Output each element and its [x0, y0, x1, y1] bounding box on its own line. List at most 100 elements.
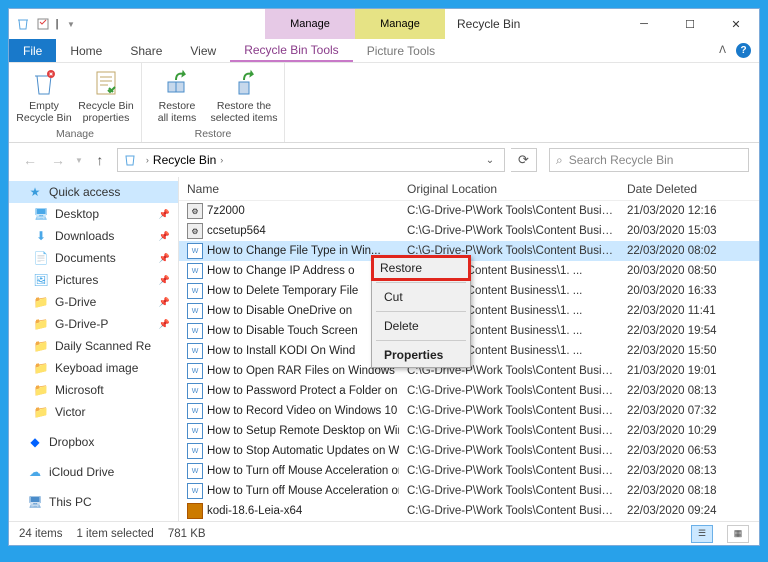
context-menu-cut[interactable]: Cut	[372, 285, 470, 309]
address-bar[interactable]: › Recycle Bin › ⌄	[117, 148, 505, 172]
breadcrumb-sep-icon[interactable]: ›	[220, 155, 223, 165]
sidebar-item[interactable]: 📁G-Drive📌	[9, 291, 178, 313]
ribbon-tab-home[interactable]: Home	[56, 39, 116, 62]
file-type-icon: W	[187, 243, 203, 259]
file-date-deleted: 21/03/2020 19:01	[619, 365, 759, 377]
file-name: How to Turn off Mouse Acceleration on ..…	[207, 485, 399, 497]
help-icon[interactable]: ?	[736, 43, 751, 58]
sidebar-item[interactable]: 📁Daily Scanned Re	[9, 335, 178, 357]
view-icons-button[interactable]: ▦	[727, 525, 749, 543]
minimize-button[interactable]: ─	[621, 9, 667, 39]
file-type-icon: W	[187, 383, 203, 399]
file-type-icon: W	[187, 403, 203, 419]
ribbon-tab-file[interactable]: File	[9, 39, 56, 62]
desktop-icon: 🖥	[33, 206, 49, 222]
file-row[interactable]: W How to Turn off Mouse Acceleration on .…	[179, 481, 759, 501]
restore-all-button[interactable]: Restore all items	[148, 67, 206, 124]
col-header-original-location[interactable]: Original Location	[399, 182, 619, 196]
search-box[interactable]: ⌕ Search Recycle Bin	[549, 148, 749, 172]
restore-all-label: Restore all items	[158, 101, 197, 124]
pictures-icon: 🖼	[33, 272, 49, 288]
context-menu-delete[interactable]: Delete	[372, 314, 470, 338]
close-button[interactable]: ✕	[713, 9, 759, 39]
context-menu-restore[interactable]: Restore	[371, 255, 471, 281]
context-tab-recycle-bin[interactable]: Manage	[265, 9, 355, 39]
sidebar-dropbox[interactable]: ◆ Dropbox	[9, 431, 178, 453]
file-name: How to Delete Temporary File	[207, 285, 358, 297]
sidebar-item-label: Daily Scanned Re	[55, 339, 151, 353]
sidebar-quick-access[interactable]: ★ Quick access	[9, 181, 178, 203]
ribbon-tab-share[interactable]: Share	[116, 39, 176, 62]
ribbon-tab-picture-tools[interactable]: Picture Tools	[353, 39, 449, 62]
col-header-date-deleted[interactable]: Date Deleted	[619, 182, 759, 196]
pin-icon: 📌	[159, 297, 170, 308]
file-row[interactable]: WHow to Record Video on Windows 10C:\G-D…	[179, 401, 759, 421]
sidebar-item[interactable]: ⬇Downloads📌	[9, 225, 178, 247]
empty-recycle-bin-button[interactable]: Empty Recycle Bin	[15, 67, 73, 124]
back-button[interactable]: ←	[19, 149, 41, 171]
file-type-icon: W	[187, 483, 203, 499]
sidebar-item[interactable]: 📄Documents📌	[9, 247, 178, 269]
context-tab-picture[interactable]: Manage	[355, 9, 445, 39]
view-details-button[interactable]: ☰	[691, 525, 713, 543]
file-row[interactable]: kodi-18.6-Leia-x64C:\G-Drive-P\Work Tool…	[179, 501, 759, 521]
col-header-name[interactable]: Name	[179, 182, 399, 196]
file-row[interactable]: ⚙7z2000C:\G-Drive-P\Work Tools\Content B…	[179, 201, 759, 221]
history-dropdown-icon[interactable]: ▼	[75, 156, 83, 165]
sidebar-item-label: Pictures	[55, 273, 98, 287]
status-item-count: 24 items	[19, 528, 62, 540]
sidebar-label: This PC	[49, 495, 92, 509]
file-type-icon: W	[187, 263, 203, 279]
file-type-icon: W	[187, 443, 203, 459]
ribbon-tab-recycle-bin-tools[interactable]: Recycle Bin Tools	[230, 39, 353, 62]
maximize-button[interactable]: ☐	[667, 9, 713, 39]
sidebar-item-label: Downloads	[55, 229, 114, 243]
file-date-deleted: 20/03/2020 16:33	[619, 285, 759, 297]
file-row[interactable]: WHow to Turn off Mouse Acceleration on .…	[179, 461, 759, 481]
menu-separator	[376, 340, 466, 341]
breadcrumb-item[interactable]: Recycle Bin	[153, 153, 216, 167]
file-name: How to Disable OneDrive on	[207, 305, 352, 317]
sidebar-item[interactable]: 🖼Pictures📌	[9, 269, 178, 291]
sidebar-this-pc[interactable]: 🖥 This PC	[9, 491, 178, 513]
file-date-deleted: 22/03/2020 08:02	[619, 245, 759, 257]
file-row[interactable]: ⚙ccsetup564C:\G-Drive-P\Work Tools\Conte…	[179, 221, 759, 241]
file-row[interactable]: WHow to Setup Remote Desktop on Win...C:…	[179, 421, 759, 441]
folder-icon: 📁	[33, 404, 49, 420]
sidebar-item[interactable]: 📁Victor	[9, 401, 178, 423]
documents-icon: 📄	[33, 250, 49, 266]
file-date-deleted: 20/03/2020 08:50	[619, 265, 759, 277]
recycle-bin-properties-button[interactable]: Recycle Bin properties	[77, 67, 135, 124]
sidebar-icloud[interactable]: ☁ iCloud Drive	[9, 461, 178, 483]
file-date-deleted: 22/03/2020 11:41	[619, 305, 759, 317]
sidebar-item[interactable]: 📁Microsoft	[9, 379, 178, 401]
sidebar-item[interactable]: 📁G-Drive-P📌	[9, 313, 178, 335]
qat-properties-icon[interactable]	[35, 16, 51, 32]
refresh-button[interactable]: ⟳	[511, 148, 537, 172]
file-date-deleted: 22/03/2020 15:50	[619, 345, 759, 357]
file-name: How to Stop Automatic Updates on Win...	[207, 445, 399, 457]
restore-selected-button[interactable]: Restore the selected items	[210, 67, 278, 124]
file-type-icon: W	[187, 323, 203, 339]
ribbon-group-manage: Empty Recycle Bin Recycle Bin properties…	[9, 63, 142, 142]
qat-dropdown-icon[interactable]: ▼	[63, 16, 79, 32]
status-selection-count: 1 item selected	[76, 528, 153, 540]
ribbon-tab-view[interactable]: View	[176, 39, 230, 62]
up-button[interactable]: ↑	[89, 149, 111, 171]
file-type-icon: ⚙	[187, 223, 203, 239]
breadcrumb-sep-icon[interactable]: ›	[146, 155, 149, 165]
collapse-ribbon-icon[interactable]: ᐱ	[719, 45, 726, 56]
address-dropdown-icon[interactable]: ⌄	[480, 155, 500, 166]
forward-button[interactable]: →	[47, 149, 69, 171]
nav-bar: ← → ▼ ↑ › Recycle Bin › ⌄ ⟳ ⌕ Search Rec…	[9, 143, 759, 177]
context-menu-properties[interactable]: Properties	[372, 343, 470, 367]
search-icon: ⌕	[556, 153, 563, 168]
file-type-icon	[187, 503, 203, 519]
sidebar-item[interactable]: 🖥Desktop📌	[9, 203, 178, 225]
sidebar-item[interactable]: 📁Keyboad image	[9, 357, 178, 379]
context-menu: Restore Cut Delete Properties	[371, 255, 471, 368]
restore-selected-label: Restore the selected items	[210, 101, 277, 124]
file-name: How to Change File Type in Win...	[207, 245, 381, 257]
file-row[interactable]: W How to Stop Automatic Updates on Win...…	[179, 441, 759, 461]
file-row[interactable]: WHow to Password Protect a Folder on Wi.…	[179, 381, 759, 401]
